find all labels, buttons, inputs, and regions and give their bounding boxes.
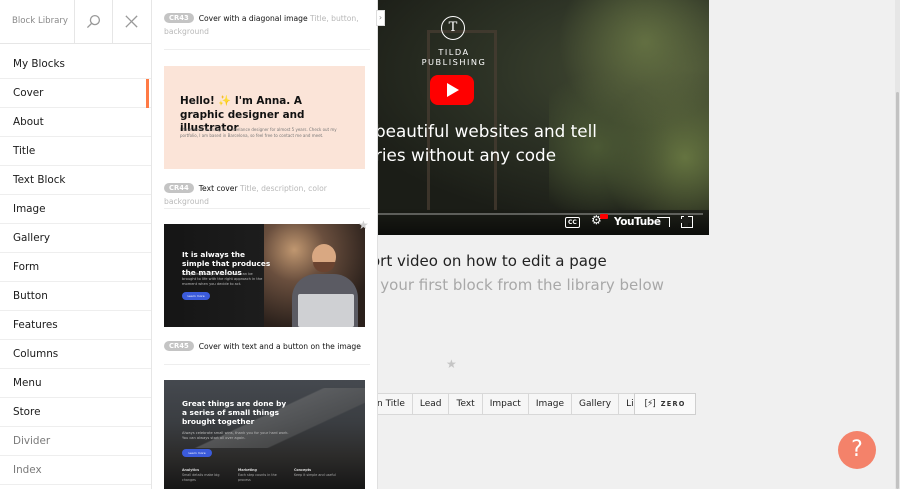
hd-badge <box>600 214 608 219</box>
block-thumbnails-panel: CR43 Cover with a diagonal image Title, b… <box>152 0 378 489</box>
video-brand: TILDA PUBLISHING <box>421 47 487 67</box>
thumbnail-button: Learn more <box>182 292 210 300</box>
thumbnail-column: Marketing Each step counts in the process <box>238 468 277 482</box>
block-name: Text cover <box>198 184 238 193</box>
video-caption: beautiful websites and tell ries without… <box>375 121 597 165</box>
block-name: Cover with text and a button on the imag… <box>198 342 361 351</box>
person-beard <box>313 262 335 272</box>
fullscreen-icon[interactable] <box>680 215 693 228</box>
quick-block-buttons: n Title Lead Text Impact Image Gallery L… <box>371 393 653 415</box>
sidebar-item-form[interactable]: Form <box>0 253 151 282</box>
sidebar-item-image[interactable]: Image <box>0 195 151 224</box>
tilda-logo-icon: T <box>441 16 465 40</box>
block-library-sidebar: Block Library My Blocks Cover About Titl… <box>0 0 152 489</box>
thumbnail-column: Concepts Keep it simple and useful <box>294 468 336 477</box>
sidebar-item-divider[interactable]: Divider <box>0 427 151 456</box>
close-button[interactable] <box>112 0 150 43</box>
video-background-foliage <box>549 0 709 210</box>
sidebar-item-title[interactable]: Title <box>0 137 151 166</box>
block-thumbnail-cr44[interactable]: Hello! ✨ I'm Anna. A graphic designer an… <box>164 66 365 169</box>
thumbnail-heading: Great things are done by a series of sma… <box>182 399 287 426</box>
sidebar-item-text-block[interactable]: Text Block <box>0 166 151 195</box>
close-icon <box>125 15 138 28</box>
hint-heading: ort video on how to edit a page <box>371 252 607 270</box>
thumbnail-text: Everything that you dreamed of can be br… <box>182 272 263 286</box>
thumbnail-button: Learn more <box>182 449 212 457</box>
sidebar-item-features[interactable]: Features <box>0 311 151 340</box>
sidebar-item-index[interactable]: Index <box>0 456 151 485</box>
divider <box>164 364 370 365</box>
thumbnail-text: I have been working as a freelance desig… <box>180 127 337 138</box>
search-button[interactable] <box>74 0 112 43</box>
thumbnail-column: Analytics Small details make big changes <box>182 468 220 482</box>
cast-icon[interactable] <box>657 217 670 227</box>
block-caption-cr43[interactable]: CR43 Cover with a diagonal image Title, b… <box>164 12 364 38</box>
thumbnail-photo <box>264 224 365 327</box>
sidebar-item-menu[interactable]: Menu <box>0 369 151 398</box>
youtube-logo[interactable]: YouTube <box>614 216 661 228</box>
quick-block-impact[interactable]: Impact <box>482 393 529 415</box>
play-button[interactable] <box>430 75 474 105</box>
search-icon <box>86 14 101 29</box>
block-thumbnail-cr45[interactable]: It is always the simple that produces th… <box>164 224 365 327</box>
block-caption-cr44[interactable]: CR44 Text cover Title, description, color… <box>164 182 364 208</box>
sidebar-item-gallery[interactable]: Gallery <box>0 224 151 253</box>
captions-button[interactable]: CC <box>565 217 580 228</box>
divider <box>164 49 370 50</box>
sidebar-item-about[interactable]: About <box>0 108 151 137</box>
block-code-badge: CR44 <box>164 183 194 193</box>
block-code-badge: CR43 <box>164 13 194 23</box>
sidebar-item-my-blocks[interactable]: My Blocks <box>0 50 151 79</box>
sidebar-item-store[interactable]: Store <box>0 398 151 427</box>
block-thumbnail-next[interactable]: Great things are done by a series of sma… <box>164 380 365 489</box>
sidebar-header: Block Library <box>0 0 151 44</box>
zero-block-icon: [⚡] <box>644 399 655 409</box>
favorite-star-icon[interactable]: ★ <box>358 218 369 232</box>
hint-subheading: g your first block from the library belo… <box>366 276 664 294</box>
block-name: Cover with a diagonal image <box>198 14 308 23</box>
sidebar-item-cover[interactable]: Cover <box>0 79 151 108</box>
help-button[interactable]: ? <box>838 431 876 469</box>
block-code-badge: CR45 <box>164 341 194 351</box>
sidebar-item-columns[interactable]: Columns <box>0 340 151 369</box>
divider <box>164 208 370 209</box>
sidebar-title: Block Library <box>12 16 69 26</box>
quick-block-image[interactable]: Image <box>528 393 573 415</box>
video-progress-bar[interactable] <box>377 213 703 215</box>
zero-block-label: ZERO <box>660 400 686 408</box>
sidebar-item-button[interactable]: Button <box>0 282 151 311</box>
block-caption-cr45[interactable]: CR45 Cover with text and a button on the … <box>164 340 364 353</box>
page-scrollbar-thumb[interactable] <box>896 92 899 489</box>
category-list: My Blocks Cover About Title Text Block I… <box>0 50 151 485</box>
quick-block-lead[interactable]: Lead <box>412 393 450 415</box>
laptop <box>298 294 354 327</box>
quick-block-text[interactable]: Text <box>449 393 483 415</box>
star-icon: ★ <box>446 357 457 371</box>
thumbnail-text: Always celebrate small wins, thank you f… <box>182 431 289 440</box>
quick-block-gallery[interactable]: Gallery <box>572 393 620 415</box>
zero-block-button[interactable]: [⚡] ZERO <box>634 393 696 415</box>
collapse-panel-button[interactable]: › <box>376 10 385 26</box>
